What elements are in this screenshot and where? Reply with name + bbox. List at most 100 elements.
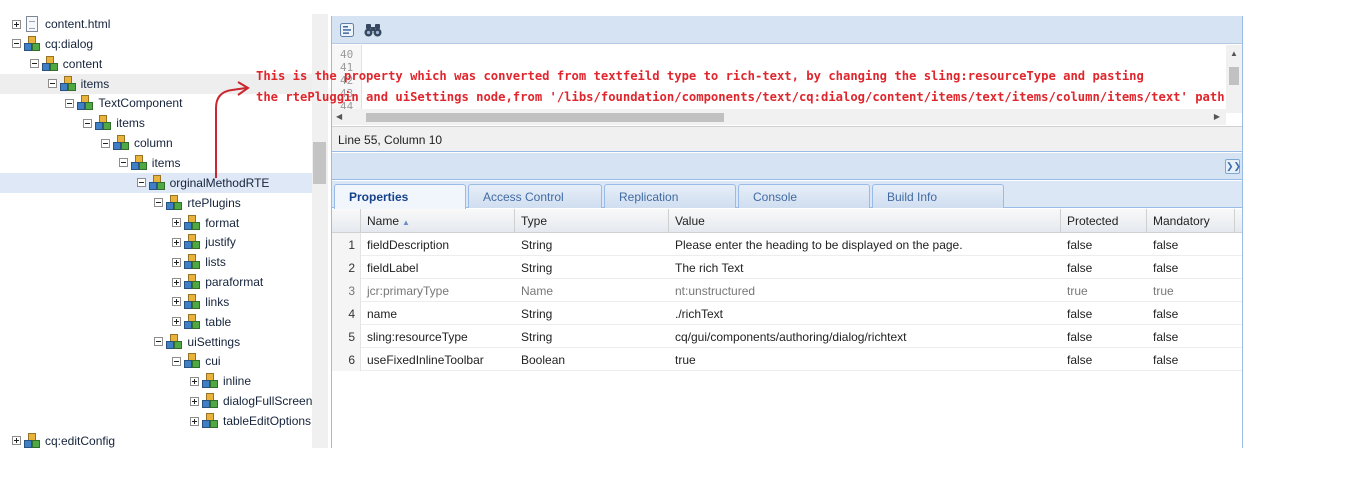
tab-access-control[interactable]: Access Control [468,184,602,208]
collapse-icon[interactable] [154,198,164,208]
cell-mandatory[interactable]: false [1147,233,1235,256]
expand-icon[interactable] [172,297,182,307]
table-row[interactable]: 3 jcr:primaryType Name nt:unstructured true t… [332,279,1242,302]
cell-name[interactable]: useFixedInlineToolbar [361,348,515,371]
tree-node[interactable]: format [0,213,312,233]
cell-name[interactable]: fieldDescription [361,233,515,256]
cell-protected[interactable]: false [1061,348,1147,371]
tree-node[interactable]: cq:editConfig [0,431,312,448]
cell-type[interactable]: String [515,256,669,279]
tree-node[interactable]: lists [0,252,312,272]
column-header-value[interactable]: Value [669,209,1061,233]
cell-protected[interactable]: false [1061,256,1147,279]
node-cubes-icon [184,254,201,270]
expand-icon[interactable] [190,376,199,386]
table-row[interactable]: 1 fieldDescription String Please enter the … [332,233,1242,256]
scroll-right-icon[interactable]: ▶ [1214,113,1220,121]
editor-hscroll-thumb[interactable] [366,113,724,122]
tree-node[interactable]: content.html [0,14,312,34]
expand-icon[interactable] [12,436,21,446]
expand-icon[interactable] [12,19,21,29]
tree-node[interactable]: justify [0,232,312,252]
tree-node[interactable]: tableEditOptions [0,411,312,431]
cell-name[interactable]: name [361,302,515,325]
cell-mandatory[interactable]: false [1147,302,1235,325]
expand-icon[interactable] [190,396,199,406]
cell-name[interactable]: fieldLabel [361,256,515,279]
expand-icon[interactable] [172,218,182,227]
tree-node[interactable]: uiSettings [0,332,312,352]
tree-node[interactable]: inline [0,371,312,391]
collapse-icon[interactable] [12,39,21,49]
cell-protected[interactable]: false [1061,325,1147,348]
tree-node[interactable]: links [0,292,312,312]
tab-console[interactable]: Console [738,184,870,208]
tree-node[interactable]: table [0,312,312,332]
column-header-type[interactable]: Type [515,209,669,233]
cell-protected[interactable]: true [1061,279,1147,302]
collapse-icon[interactable] [154,337,164,347]
node-cubes-icon [184,274,201,290]
column-header-protected[interactable]: Protected [1061,209,1147,233]
table-row[interactable]: 4 name String ./richText false false [332,302,1242,325]
cell-value[interactable]: Please enter the heading to be displayed… [669,233,1061,256]
tree-scrollbar-thumb[interactable] [313,142,326,184]
tree-node[interactable]: cui [0,351,312,371]
cell-value[interactable]: nt:unstructured [669,279,1061,302]
collapse-button[interactable]: ❯❯ [1225,159,1241,174]
expand-icon[interactable] [172,257,182,267]
editor-horizontal-scrollbar[interactable]: ◀ ▶ [332,109,1226,125]
table-row[interactable]: 2 fieldLabel String The rich Text false false [332,256,1242,279]
cell-protected[interactable]: false [1061,302,1147,325]
tree-node[interactable]: items [0,113,312,133]
collapse-icon[interactable] [83,118,93,128]
cell-mandatory[interactable]: false [1147,325,1235,348]
tree-node[interactable]: cq:dialog [0,34,312,54]
tree-node-label: lists [205,255,226,270]
cell-mandatory[interactable]: false [1147,256,1235,279]
cell-value[interactable]: The rich Text [669,256,1061,279]
cell-mandatory[interactable]: true [1147,279,1235,302]
collapse-icon[interactable] [101,138,110,148]
expand-icon[interactable] [172,277,182,287]
column-header-name[interactable]: Name ▲ [361,209,515,233]
find-button[interactable] [364,21,382,39]
cell-type[interactable]: String [515,233,669,256]
cell-type[interactable]: String [515,325,669,348]
tab-properties[interactable]: Properties [334,184,466,209]
table-row[interactable]: 5 sling:resourceType String cq/gui/componen… [332,325,1242,348]
tree-node[interactable]: rtePlugins [0,193,312,213]
scroll-up-icon[interactable]: ▲ [1230,50,1238,58]
collapse-icon[interactable] [172,356,182,366]
tab-build-info[interactable]: Build Info [872,184,1004,208]
tree-node[interactable]: orginalMethodRTE [0,172,312,193]
collapse-icon[interactable] [118,158,128,168]
cell-type[interactable]: Name [515,279,669,302]
cell-name[interactable]: jcr:primaryType [361,279,515,302]
tab-replication[interactable]: Replication [604,184,736,208]
collapse-icon[interactable] [29,59,39,69]
cell-type[interactable]: Boolean [515,348,669,371]
tree-node[interactable]: paraformat [0,272,312,292]
collapse-icon[interactable] [136,178,146,188]
scroll-left-icon[interactable]: ◀ [336,113,342,121]
expand-icon[interactable] [172,317,182,327]
column-header-mandatory[interactable]: Mandatory [1147,209,1235,233]
collapse-icon[interactable] [47,79,57,89]
expand-icon[interactable] [172,237,182,247]
cell-value[interactable]: true [669,348,1061,371]
tree-node[interactable]: items [0,153,312,173]
cell-mandatory[interactable]: false [1147,348,1235,371]
collapse-icon[interactable] [65,98,75,108]
format-button[interactable] [338,21,356,39]
cell-protected[interactable]: false [1061,233,1147,256]
node-cubes-icon [41,55,58,72]
cell-name[interactable]: sling:resourceType [361,325,515,348]
cell-type[interactable]: String [515,302,669,325]
tree-node[interactable]: dialogFullScreen [0,391,312,411]
tree-node[interactable]: column [0,133,312,153]
cell-value[interactable]: cq/gui/components/authoring/dialog/richt… [669,325,1061,348]
table-row[interactable]: 6 useFixedInlineToolbar Boolean true false fa… [332,348,1242,371]
cell-value[interactable]: ./richText [669,302,1061,325]
expand-icon[interactable] [190,416,199,426]
